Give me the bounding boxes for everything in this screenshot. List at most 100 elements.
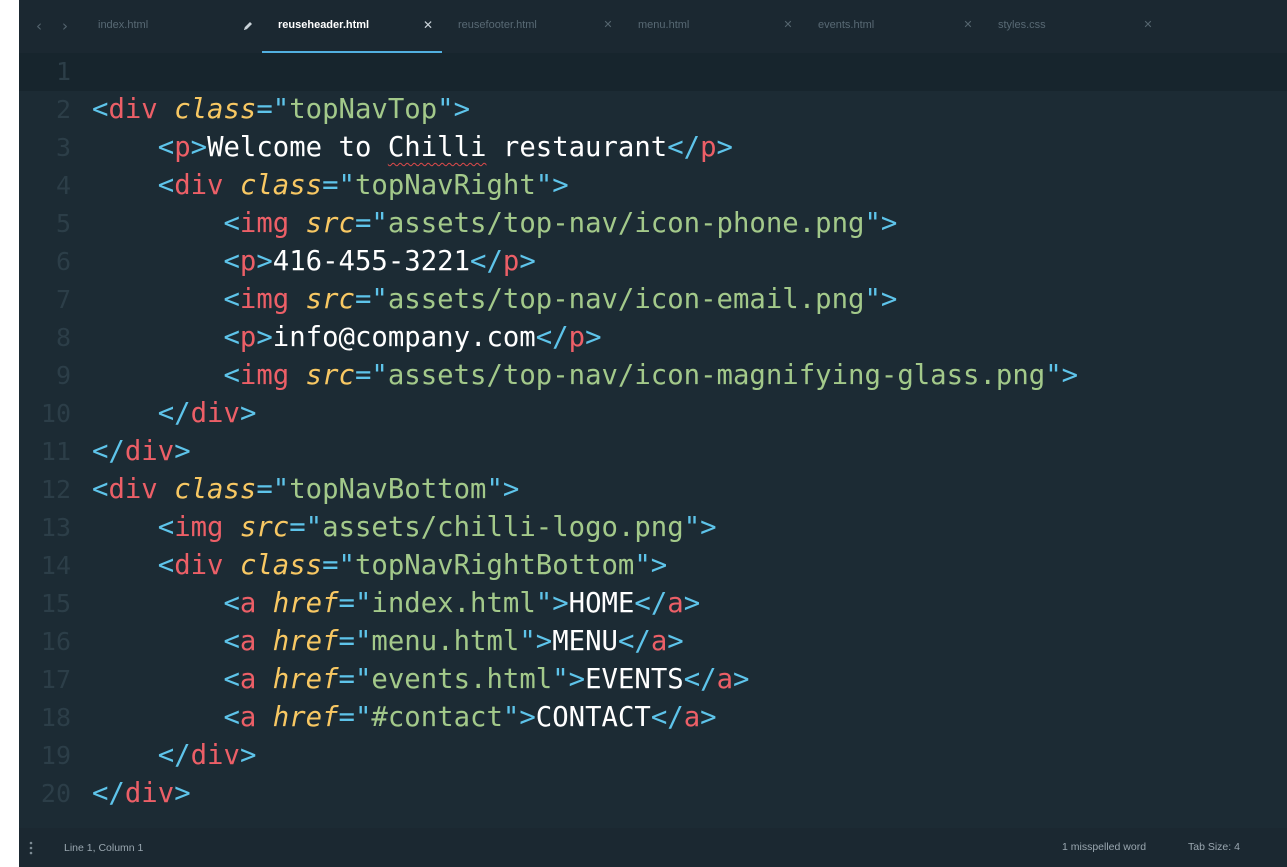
code-line[interactable]: 13 <img src="assets/chilli-logo.png"> <box>19 509 1287 547</box>
code-line[interactable]: 19 </div> <box>19 737 1287 775</box>
code-line[interactable]: 1 <box>19 53 1287 91</box>
code-punctuation: "> <box>1045 360 1079 391</box>
line-number: 2 <box>55 95 71 124</box>
line-number: 8 <box>55 323 71 352</box>
code-punctuation: > <box>190 132 208 163</box>
status-bar: Line 1, Column 1 1 misspelled word Tab S… <box>19 828 1287 867</box>
code-punctuation: > <box>716 132 733 163</box>
code-content: </div> <box>92 433 191 471</box>
code-punctuation: "> <box>519 626 553 657</box>
code-editor[interactable]: 1 2 <div class="topNavTop"> 3 <p>Welcome to… <box>19 53 1287 828</box>
code-tag: div <box>174 170 224 201</box>
code-line[interactable]: 20 </div> <box>19 775 1287 813</box>
code-line[interactable]: 6 <p>416-455-3221</p> <box>19 243 1287 281</box>
chevron-left-icon[interactable]: ‹ <box>36 17 46 35</box>
close-icon[interactable]: ✕ <box>782 17 794 33</box>
code-content: <a href="events.html">EVENTS</a> <box>92 661 749 699</box>
close-icon[interactable]: ✕ <box>962 17 974 33</box>
code-line[interactable]: 12 <div class="topNavBottom"> <box>19 471 1287 509</box>
code-line[interactable]: 18 <a href="#contact">CONTACT</a> <box>19 699 1287 737</box>
tab-styles-css[interactable]: styles.css ✕ <box>982 0 1154 53</box>
code-punctuation: </ <box>650 702 684 733</box>
code-punctuation: "> <box>864 284 898 315</box>
tab-reusefooter-html[interactable]: reusefooter.html ✕ <box>442 0 614 53</box>
code-line[interactable]: 7 <img src="assets/top-nav/icon-email.pn… <box>19 281 1287 319</box>
code-punctuation: < <box>223 284 240 315</box>
code-text: MENU <box>552 626 618 657</box>
code-line[interactable]: 17 <a href="events.html">EVENTS</a> <box>19 661 1287 699</box>
code-punctuation: "> <box>864 208 898 239</box>
code-punctuation: < <box>223 664 240 695</box>
close-icon[interactable]: ✕ <box>602 17 614 33</box>
code-attribute: class <box>174 474 257 505</box>
tab-size-selector[interactable]: Tab Size: 4 <box>1188 841 1240 853</box>
tab-label: styles.css <box>998 19 1046 31</box>
code-punctuation: < <box>157 170 175 201</box>
code-string: topNavRight <box>354 170 536 201</box>
spell-check-status[interactable]: 1 misspelled word <box>1062 841 1146 853</box>
code-punctuation: </ <box>157 398 191 429</box>
code-line[interactable]: 5 <img src="assets/top-nav/icon-phone.pn… <box>19 205 1287 243</box>
code-text: Welcome to <box>207 132 388 163</box>
code-punctuation: < <box>223 626 240 657</box>
code-text: HOME <box>568 588 635 619</box>
code-punctuation: </ <box>157 740 191 771</box>
line-number: 11 <box>40 437 71 466</box>
line-number: 19 <box>40 741 71 770</box>
code-tag: a <box>683 702 701 733</box>
line-number: 4 <box>55 171 71 200</box>
code-punctuation: < <box>157 132 175 163</box>
code-punctuation: > <box>700 702 717 733</box>
code-tag: img <box>239 284 290 315</box>
code-punctuation: </ <box>667 132 701 163</box>
tab-reuseheader-html[interactable]: reuseheader.html ✕ <box>262 0 442 53</box>
code-line[interactable]: 14 <div class="topNavRightBottom"> <box>19 547 1287 585</box>
code-line[interactable]: 8 <p>info@company.com</p> <box>19 319 1287 357</box>
code-line[interactable]: 4 <div class="topNavRight"> <box>19 167 1287 205</box>
code-punctuation: < <box>223 322 240 353</box>
code-tag: a <box>667 588 684 619</box>
code-line[interactable]: 15 <a href="index.html">HOME</a> <box>19 585 1287 623</box>
line-number: 10 <box>40 399 71 428</box>
code-tag: div <box>108 94 158 125</box>
code-punctuation: > <box>174 436 191 467</box>
code-string: assets/chilli-logo.png <box>322 512 684 543</box>
close-icon[interactable]: ✕ <box>1142 17 1154 33</box>
code-tag: div <box>108 474 158 505</box>
code-text: EVENTS <box>585 664 684 695</box>
code-punctuation: "> <box>683 512 717 543</box>
code-punctuation: "> <box>535 588 569 619</box>
chevron-right-icon[interactable]: › <box>62 17 72 35</box>
tab-label: reuseheader.html <box>278 19 370 31</box>
code-punctuation: "> <box>634 550 668 581</box>
vertical-dots-icon[interactable] <box>28 840 34 856</box>
code-line[interactable]: 9 <img src="assets/top-nav/icon-magnifyi… <box>19 357 1287 395</box>
tab-menu-html[interactable]: menu.html ✕ <box>622 0 794 53</box>
code-text: restaurant <box>486 132 668 163</box>
code-tag: p <box>239 322 257 353</box>
code-line[interactable]: 11 </div> <box>19 433 1287 471</box>
code-punctuation: > <box>174 778 191 809</box>
code-tag: img <box>239 360 290 391</box>
code-attribute: class <box>239 170 323 201</box>
code-tag: p <box>502 246 520 277</box>
code-line[interactable]: 2 <div class="topNavTop"> <box>19 91 1287 129</box>
close-icon[interactable]: ✕ <box>422 17 434 33</box>
code-line[interactable]: 10 </div> <box>19 395 1287 433</box>
code-attribute: href <box>272 626 339 657</box>
tab-events-html[interactable]: events.html ✕ <box>802 0 974 53</box>
code-tag: a <box>239 588 257 619</box>
code-punctuation: =" <box>322 170 355 201</box>
code-content: <a href="index.html">HOME</a> <box>92 585 700 623</box>
tab-index-html[interactable]: index.html <box>82 0 254 53</box>
code-punctuation: =" <box>354 360 388 391</box>
tab-label: events.html <box>818 19 875 31</box>
code-line[interactable]: 16 <a href="menu.html">MENU</a> <box>19 623 1287 661</box>
code-line[interactable]: 3 <p>Welcome to Chilli restaurant</p> <box>19 129 1287 167</box>
line-number: 9 <box>55 361 71 390</box>
